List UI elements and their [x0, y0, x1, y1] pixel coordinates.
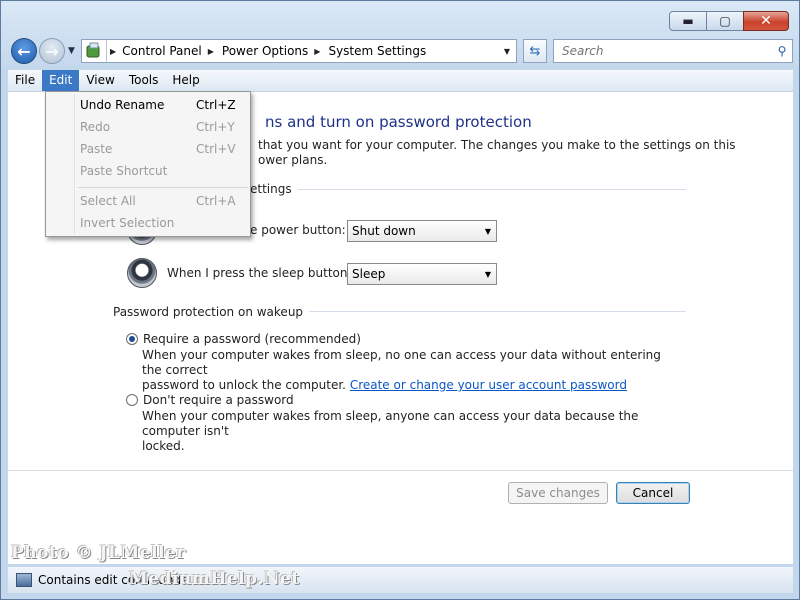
menu-item-label: Select All [80, 194, 136, 208]
breadcrumb-arrow-icon[interactable]: ▶ [314, 47, 320, 56]
no-password-desc-line2: locked. [142, 439, 185, 453]
site-watermark: MediumHelp.Net [129, 569, 300, 589]
chevron-down-icon: ▼ [484, 226, 492, 236]
menu-item-paste[interactable]: Paste Ctrl+V [46, 138, 250, 160]
forward-button[interactable]: → [39, 38, 65, 64]
menu-item-redo[interactable]: Redo Ctrl+Y [46, 116, 250, 138]
require-password-label[interactable]: Require a password (recommended) [143, 332, 361, 346]
save-changes-button[interactable]: Save changes [508, 482, 608, 504]
breadcrumb-control-panel[interactable]: Control Panel [122, 44, 202, 58]
sleep-button-label: When I press the sleep button: [167, 266, 352, 280]
search-input[interactable] [560, 43, 772, 59]
no-password-desc-line1: When your computer wakes from sleep, any… [142, 409, 639, 438]
back-button[interactable]: ← [11, 38, 37, 64]
menu-tools[interactable]: Tools [122, 70, 166, 91]
page-title: ns and turn on password protection [265, 113, 532, 131]
control-panel-icon [82, 40, 106, 62]
footer-divider [8, 470, 793, 471]
cancel-button[interactable]: Cancel [616, 482, 690, 504]
caption-buttons: ▬ ▢ ✕ [669, 11, 789, 31]
menu-separator [78, 187, 248, 188]
close-button[interactable]: ✕ [743, 11, 789, 31]
breadcrumb-arrow-icon[interactable]: ▶ [208, 47, 214, 56]
menu-bar: File Edit View Tools Help [8, 70, 793, 91]
require-desc-line2-text: password to unlock the computer. [142, 378, 350, 392]
no-password-option[interactable]: Don't require a password [126, 393, 294, 407]
require-desc-line1: When your computer wakes from sleep, no … [142, 348, 661, 377]
menu-item-label: Undo Rename [80, 98, 165, 112]
menu-help-icon [16, 573, 32, 587]
page-description-line1: that you want for your computer. The cha… [258, 138, 736, 152]
no-password-radio[interactable] [126, 394, 138, 406]
status-bar: Contains edit commands. [8, 567, 793, 593]
search-icon[interactable]: ⚲ [772, 44, 792, 58]
back-arrow-icon: ← [17, 41, 31, 61]
menu-item-paste-shortcut[interactable]: Paste Shortcut [46, 160, 250, 182]
change-password-link[interactable]: Create or change your user account passw… [350, 378, 627, 392]
menu-help[interactable]: Help [165, 70, 206, 91]
refresh-button[interactable]: ⇆ [523, 39, 547, 63]
recent-pages-dropdown[interactable]: ▼ [68, 46, 75, 56]
menu-item-label: Paste [80, 142, 113, 156]
require-password-option[interactable]: Require a password (recommended) [126, 332, 361, 346]
sleep-button-action-value: Sleep [352, 267, 386, 281]
section-divider [258, 189, 686, 190]
menu-item-select-all[interactable]: Select All Ctrl+A [46, 190, 250, 212]
chevron-down-icon: ▼ [484, 269, 492, 279]
navigation-bar: ← → ▼ ▶ Control Panel ▶ Power Options ▶ … [9, 37, 793, 67]
search-box[interactable]: ⚲ [553, 39, 793, 63]
address-dropdown-icon[interactable]: ▼ [498, 47, 516, 56]
breadcrumb-power-options[interactable]: Power Options [222, 44, 308, 58]
minimize-button[interactable]: ▬ [669, 11, 707, 31]
forward-arrow-icon: → [45, 41, 59, 61]
sleep-button-action-select[interactable]: Sleep ▼ [347, 263, 497, 285]
menu-item-invert-selection[interactable]: Invert Selection [46, 212, 250, 234]
menu-item-undo-rename[interactable]: Undo Rename Ctrl+Z [46, 94, 250, 116]
power-button-label: e power button: [250, 223, 346, 237]
power-button-action-select[interactable]: Shut down ▼ [347, 220, 497, 242]
no-password-label[interactable]: Don't require a password [143, 393, 294, 407]
menu-item-shortcut: Ctrl+V [196, 142, 236, 156]
require-password-radio[interactable] [126, 333, 138, 345]
require-password-description: When your computer wakes from sleep, no … [142, 348, 682, 393]
page-description: that you want for your computer. The cha… [258, 138, 788, 168]
maximize-button[interactable]: ▢ [706, 11, 744, 31]
menu-item-label: Redo [80, 120, 111, 134]
explorer-window: ▬ ▢ ✕ ← → ▼ ▶ Control Panel ▶ Power Opti… [0, 0, 800, 600]
no-password-description: When your computer wakes from sleep, any… [142, 409, 682, 454]
refresh-icon: ⇆ [529, 43, 541, 59]
power-buttons-section-title: ettings [250, 182, 298, 196]
menu-item-label: Invert Selection [80, 216, 175, 230]
photo-credit-watermark: Photo © JLMeller [11, 543, 186, 563]
menu-item-shortcut: Ctrl+Z [196, 98, 236, 112]
menu-item-label: Paste Shortcut [80, 164, 168, 178]
password-section-title: Password protection on wakeup [113, 305, 310, 319]
breadcrumb-system-settings[interactable]: System Settings [328, 44, 426, 58]
page-description-line2: ower plans. [258, 153, 328, 167]
menu-item-shortcut: Ctrl+A [196, 194, 236, 208]
menu-file[interactable]: File [8, 70, 42, 91]
edit-menu-dropdown: Undo Rename Ctrl+Z Redo Ctrl+Y Paste Ctr… [45, 91, 251, 237]
menu-view[interactable]: View [79, 70, 121, 91]
menu-edit[interactable]: Edit [42, 70, 80, 91]
power-button-action-value: Shut down [352, 224, 416, 238]
sleep-button-icon [127, 258, 157, 288]
breadcrumb-root-arrow-icon[interactable]: ▶ [106, 40, 122, 62]
address-bar[interactable]: ▶ Control Panel ▶ Power Options ▶ System… [81, 39, 517, 63]
menu-item-shortcut: Ctrl+Y [196, 120, 235, 134]
require-desc-line2: password to unlock the computer. Create … [142, 378, 682, 393]
